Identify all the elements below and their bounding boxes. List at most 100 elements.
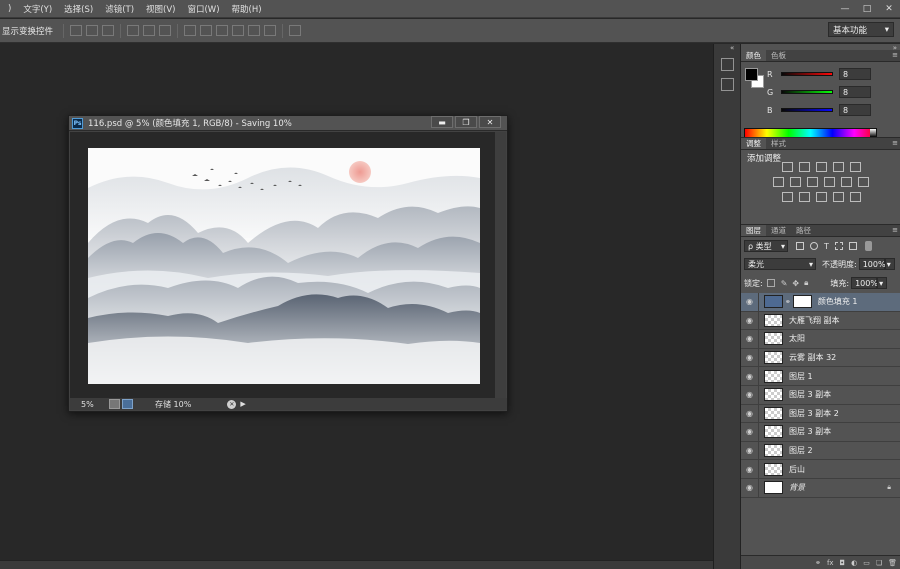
color-slider-g[interactable]: G 8 (767, 86, 871, 98)
align-vcenter-icon[interactable] (86, 25, 99, 36)
visibility-eye-icon[interactable]: ◉ (741, 460, 759, 478)
layer-name[interactable]: 图层 3 副本 2 (789, 408, 839, 419)
filter-shape-icon[interactable] (834, 242, 843, 250)
close-button[interactable]: ✕ (878, 2, 900, 16)
layer-row[interactable]: ◉ 图层 1 (741, 367, 900, 386)
layer-row[interactable]: ◉ 云雾 副本 32 (741, 348, 900, 368)
screen-mode-icon[interactable] (122, 399, 133, 409)
lock-transparent-icon[interactable] (766, 279, 775, 287)
visibility-eye-icon[interactable]: ◉ (741, 330, 759, 348)
layer-name[interactable]: 大雁飞翔 副本 (789, 315, 840, 326)
photo-filter-icon[interactable] (824, 177, 835, 187)
tab-styles[interactable]: 样式 (766, 138, 791, 149)
posterize-icon[interactable] (798, 192, 810, 202)
brightness-icon[interactable] (781, 162, 793, 172)
opacity-dropdown[interactable]: ▾ (884, 258, 895, 270)
color-slider-b[interactable]: B 8 (767, 104, 871, 116)
slider-track-b[interactable] (781, 108, 833, 112)
selective-color-icon[interactable] (849, 192, 861, 202)
curves-icon[interactable] (815, 162, 827, 172)
layer-row[interactable]: ◉ 图层 3 副本 2 (741, 404, 900, 424)
document-window[interactable]: Ps 116.psd @ 5% (颜色填充 1, RGB/8) - Saving… (68, 115, 508, 412)
visibility-eye-icon[interactable]: ◉ (741, 478, 759, 497)
visibility-eye-icon[interactable]: ◉ (741, 311, 759, 330)
filter-toggle-icon[interactable] (864, 241, 872, 251)
distribute-hcenter-icon[interactable] (248, 25, 261, 36)
layer-name[interactable]: 图层 1 (789, 371, 813, 382)
layer-name[interactable]: 云雾 副本 32 (789, 352, 836, 363)
visibility-eye-icon[interactable]: ◉ (741, 441, 759, 460)
lock-move-icon[interactable]: ✥ (792, 279, 799, 288)
visibility-eye-icon[interactable]: ◉ (741, 404, 759, 423)
layer-name[interactable]: 图层 3 副本 (789, 389, 831, 400)
align-bottom-icon[interactable] (102, 25, 115, 36)
tab-layers[interactable]: 图层 (741, 225, 766, 236)
exposure-icon[interactable] (832, 162, 844, 172)
filter-type-icon[interactable]: T (824, 242, 829, 251)
layer-filter-kind-select[interactable]: ρ 类型 ▾ (744, 240, 788, 252)
color-balance-icon[interactable] (790, 177, 801, 187)
tab-paths[interactable]: 路径 (791, 225, 816, 236)
fill-dropdown[interactable]: ▾ (877, 277, 888, 289)
align-top-icon[interactable] (70, 25, 83, 36)
doc-restore-button[interactable]: ❐ (455, 116, 477, 128)
doc-minimize-button[interactable]: ▬ (431, 116, 453, 128)
menu-item-view[interactable]: 视图(V) (140, 3, 181, 15)
mask-icon[interactable]: ◘ (840, 559, 846, 567)
layer-row[interactable]: ◉ 图层 3 副本 (741, 385, 900, 405)
layer-row[interactable]: ◉ 大雁飞翔 副本 (741, 311, 900, 331)
tab-channels[interactable]: 通道 (766, 225, 791, 236)
color-lookup-icon[interactable] (858, 177, 869, 187)
collapse-left-icon[interactable]: « (730, 44, 734, 52)
layer-row[interactable]: ◉ 图层 2 (741, 441, 900, 461)
doc-close-button[interactable]: ✕ (479, 116, 501, 128)
opacity-input[interactable]: 100% (858, 258, 886, 270)
blend-mode-select[interactable]: 柔光 ▾ (744, 258, 816, 270)
channel-value-r[interactable]: 8 (839, 68, 871, 80)
history-brush-icon[interactable] (721, 58, 734, 71)
align-left-icon[interactable] (127, 25, 140, 36)
artwork-image[interactable] (88, 148, 480, 384)
menu-item-window[interactable]: 窗口(W) (181, 3, 225, 15)
link-icon[interactable]: ⚭ (815, 559, 821, 567)
layer-row[interactable]: ◉ 背景 🔒︎ (741, 478, 900, 498)
document-canvas-area[interactable] (70, 132, 496, 399)
gradient-map-icon[interactable] (832, 192, 844, 202)
lock-all-icon[interactable]: 🔒︎ (804, 278, 808, 288)
channel-value-g[interactable]: 8 (839, 86, 871, 98)
visibility-eye-icon[interactable]: ◉ (741, 367, 759, 385)
auto-align-icon[interactable] (289, 25, 302, 36)
layer-name[interactable]: 图层 3 副本 (789, 426, 831, 437)
show-transform-controls-label[interactable]: 显示变换控件 (0, 25, 59, 37)
layer-name[interactable]: 太阳 (789, 333, 805, 344)
distribute-vcenter-icon[interactable] (200, 25, 213, 36)
distribute-right-icon[interactable] (264, 25, 277, 36)
layer-row[interactable]: ◉ ⚭ 颜色填充 1 (741, 293, 900, 312)
lock-brush-icon[interactable]: ✎ (781, 279, 788, 288)
tool-presets-icon[interactable] (721, 78, 734, 91)
vibrance-icon[interactable] (849, 162, 861, 172)
panel-menu-icon[interactable]: ≡ (892, 226, 898, 234)
slider-track-r[interactable] (781, 72, 833, 76)
fill-input[interactable]: 100% (851, 277, 878, 289)
workspace-select[interactable]: 基本功能 ▾ (828, 22, 894, 37)
new-layer-icon[interactable]: ❏ (876, 559, 882, 567)
hue-saturation-icon[interactable] (773, 177, 784, 187)
panel-menu-icon[interactable]: ≡ (892, 139, 898, 147)
distribute-bottom-icon[interactable] (216, 25, 229, 36)
folder-icon[interactable]: ▭ (863, 559, 870, 567)
distribute-top-icon[interactable] (184, 25, 197, 36)
document-vertical-scrollbar[interactable] (495, 132, 506, 399)
black-white-icon[interactable] (807, 177, 818, 187)
filter-smart-object-icon[interactable] (848, 242, 857, 250)
filter-adjustment-icon[interactable] (810, 242, 818, 250)
panel-menu-icon[interactable]: ≡ (892, 51, 898, 59)
layer-name[interactable]: 背景 (789, 482, 805, 493)
zoom-level[interactable]: 5% (81, 400, 109, 409)
visibility-eye-icon[interactable]: ◉ (741, 385, 759, 404)
adjustment-icon[interactable]: ◐ (851, 559, 857, 567)
visibility-eye-icon[interactable]: ◉ (741, 348, 759, 367)
levels-icon[interactable] (798, 162, 810, 172)
cancel-icon[interactable]: ✕ (227, 399, 237, 409)
layer-name[interactable]: 颜色填充 1 (818, 296, 858, 307)
